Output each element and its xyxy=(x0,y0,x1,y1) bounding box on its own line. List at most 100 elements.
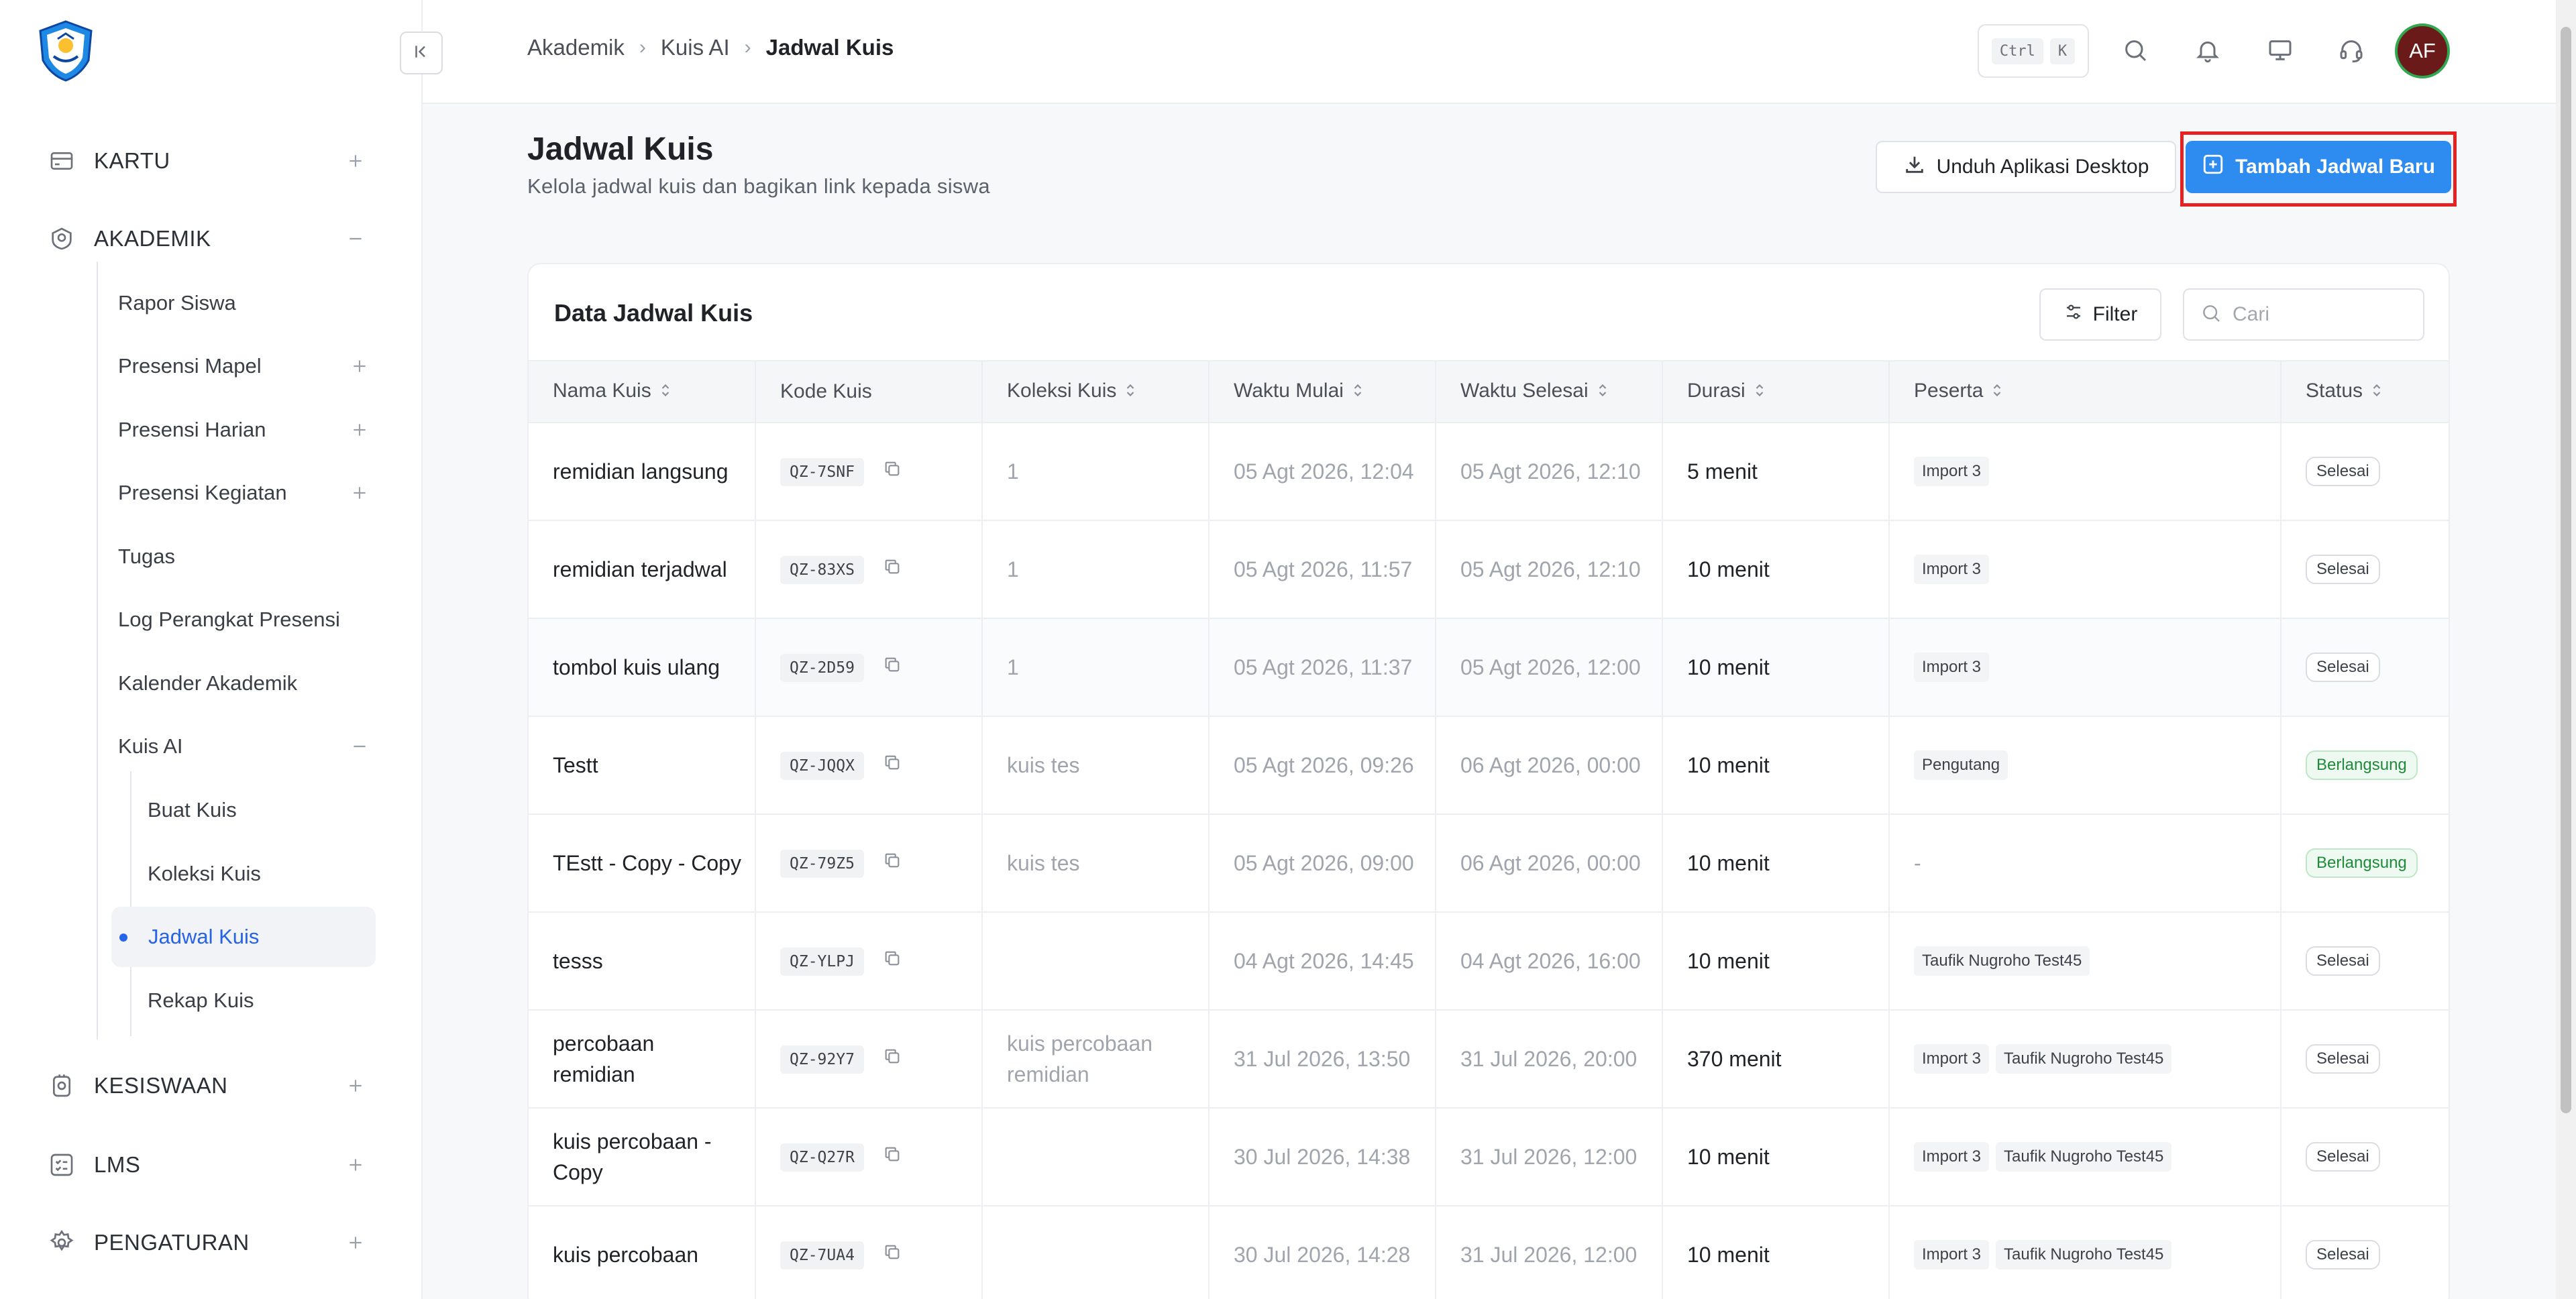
sidebar-item-presensi-mapel[interactable]: Presensi Mapel xyxy=(118,346,373,386)
sidebar-item-presensi-kegiatan[interactable]: Presensi Kegiatan xyxy=(118,473,373,513)
column-header-peserta[interactable]: Peserta xyxy=(1889,360,2282,423)
nav-group-label: LMS xyxy=(94,1152,141,1177)
table-row[interactable]: remidian terjadwal QZ-83XS 1 05 Agt 2026… xyxy=(529,520,2449,619)
monitor-icon[interactable] xyxy=(2263,34,2297,67)
breadcrumb-current: Jadwal Kuis xyxy=(765,35,894,60)
sidebar-item-rapor-siswa[interactable]: Rapor Siswa xyxy=(118,283,373,323)
cell-collection: kuis tes xyxy=(982,716,1210,815)
headset-icon[interactable] xyxy=(2334,34,2368,67)
nav-group-lms[interactable]: LMS xyxy=(47,1145,369,1185)
table-row[interactable]: tombol kuis ulang QZ-2D59 1 05 Agt 2026,… xyxy=(529,618,2449,717)
sidebar-item-rekap-kuis[interactable]: Rekap Kuis xyxy=(148,980,376,1021)
sort-icon[interactable] xyxy=(1124,381,1136,404)
plus-square-icon xyxy=(2202,153,2224,181)
school-logo[interactable] xyxy=(34,19,98,83)
sidebar-item-presensi-harian[interactable]: Presensi Harian xyxy=(118,410,373,450)
collapse-minus-icon[interactable] xyxy=(346,733,373,760)
copy-icon[interactable] xyxy=(883,557,902,581)
copy-icon[interactable] xyxy=(883,1144,902,1169)
table-row[interactable]: kuis percobaan - Copy QZ-Q27R 30 Jul 202… xyxy=(529,1108,2449,1206)
add-schedule-button[interactable]: Tambah Jadwal Baru xyxy=(2186,141,2451,193)
nav-group-pengaturan[interactable]: PENGATURAN xyxy=(47,1223,369,1263)
expand-plus-icon[interactable] xyxy=(342,1151,369,1178)
search-field[interactable] xyxy=(2183,288,2424,341)
sidebar-item-buat-kuis[interactable]: Buat Kuis xyxy=(148,790,376,830)
table-row[interactable]: tesss QZ-YLPJ 04 Agt 2026, 14:45 04 Agt … xyxy=(529,912,2449,1011)
copy-icon[interactable] xyxy=(883,459,902,484)
expand-plus-icon[interactable] xyxy=(342,1072,369,1099)
sidebar-item-log-perangkat[interactable]: Log Perangkat Presensi xyxy=(118,600,373,640)
copy-icon[interactable] xyxy=(883,1046,902,1071)
sidebar-item-jadwal-kuis[interactable]: Jadwal Kuis xyxy=(111,907,376,967)
gear-icon xyxy=(47,1228,76,1257)
expand-plus-icon[interactable] xyxy=(346,416,373,443)
sidebar: KARTU AKADEMIK Rapor Siswa Presensi Mape… xyxy=(0,0,423,1299)
collapse-minus-icon[interactable] xyxy=(342,225,369,252)
sidebar-item-label: Jadwal Kuis xyxy=(148,925,260,948)
sort-icon[interactable] xyxy=(1352,381,1364,404)
sort-icon[interactable] xyxy=(2371,381,2383,404)
column-header-waktu-selesai[interactable]: Waktu Selesai xyxy=(1436,360,1663,423)
sidebar-item-koleksi-kuis[interactable]: Koleksi Kuis xyxy=(148,854,376,894)
collapse-sidebar-button[interactable] xyxy=(400,32,443,74)
cell-code: QZ-7SNF xyxy=(755,422,983,521)
sort-icon[interactable] xyxy=(659,381,672,404)
command-shortcut-button[interactable]: Ctrl K xyxy=(1978,24,2089,78)
copy-icon[interactable] xyxy=(883,655,902,679)
filter-button[interactable]: Filter xyxy=(2039,288,2161,341)
download-desktop-button[interactable]: Unduh Aplikasi Desktop xyxy=(1876,141,2176,193)
table-row[interactable]: percobaan remidian QZ-92Y7 kuis percobaa… xyxy=(529,1010,2449,1109)
column-label: Koleksi Kuis xyxy=(1007,380,1117,402)
sidebar-item-label: Presensi Kegiatan xyxy=(118,481,287,504)
table-row[interactable]: TEstt - Copy - Copy QZ-79Z5 kuis tes 05 … xyxy=(529,814,2449,913)
nav-group-label: KESISWAAN xyxy=(94,1073,228,1098)
nav-group-kartu[interactable]: KARTU xyxy=(47,141,369,181)
avatar[interactable]: AF xyxy=(2395,23,2450,78)
table-row[interactable]: Testt QZ-JQQX kuis tes 05 Agt 2026, 09:2… xyxy=(529,716,2449,815)
bell-icon[interactable] xyxy=(2191,34,2224,67)
cell-duration: 10 menit xyxy=(1662,618,1890,717)
column-header-status[interactable]: Status xyxy=(2281,360,2449,423)
participant-chip: Pengutang xyxy=(1914,750,2008,780)
copy-icon[interactable] xyxy=(883,850,902,875)
sidebar-item-kalender[interactable]: Kalender Akademik xyxy=(118,663,373,703)
column-header-waktu-mulai[interactable]: Waktu Mulai xyxy=(1209,360,1436,423)
search-input[interactable] xyxy=(2233,303,2420,326)
expand-plus-icon[interactable] xyxy=(346,479,373,506)
column-header-nama[interactable]: Nama Kuis xyxy=(529,360,756,423)
search-icon[interactable] xyxy=(2118,34,2152,67)
table-row[interactable]: kuis percobaan QZ-7UA4 30 Jul 2026, 14:2… xyxy=(529,1206,2449,1299)
breadcrumb-kuis-ai[interactable]: Kuis AI xyxy=(661,35,730,60)
sidebar-item-tugas[interactable]: Tugas xyxy=(118,536,373,577)
sort-icon[interactable] xyxy=(1991,381,2003,404)
sidebar-item-kuis-ai[interactable]: Kuis AI xyxy=(118,726,373,767)
expand-plus-icon[interactable] xyxy=(342,148,369,174)
sort-icon[interactable] xyxy=(1597,381,1609,404)
cell-start: 05 Agt 2026, 09:00 xyxy=(1209,814,1436,913)
copy-icon[interactable] xyxy=(883,1242,902,1267)
cell-end: 06 Agt 2026, 00:00 xyxy=(1436,716,1663,815)
page-scrollbar[interactable] xyxy=(2556,0,2576,1299)
nav-group-akademik[interactable]: AKADEMIK xyxy=(47,219,369,259)
quiz-code: QZ-JQQX xyxy=(780,751,864,780)
page-title: Jadwal Kuis xyxy=(527,131,714,167)
column-header-durasi[interactable]: Durasi xyxy=(1662,360,1890,423)
sort-icon[interactable] xyxy=(1754,381,1766,404)
copy-icon[interactable] xyxy=(883,948,902,973)
copy-icon[interactable] xyxy=(883,752,902,777)
table-row[interactable]: remidian langsung QZ-7SNF 1 05 Agt 2026,… xyxy=(529,422,2449,521)
breadcrumb-akademik[interactable]: Akademik xyxy=(527,35,625,60)
cell-collection: kuis percobaan remidian xyxy=(982,1010,1210,1109)
sidebar-item-label: Rapor Siswa xyxy=(118,291,236,315)
column-header-koleksi[interactable]: Koleksi Kuis xyxy=(982,360,1210,423)
cell-start: 05 Agt 2026, 09:26 xyxy=(1209,716,1436,815)
cell-participants: Import 3 xyxy=(1889,618,2282,717)
quiz-code: QZ-79Z5 xyxy=(780,849,864,878)
cell-status: Selesai xyxy=(2281,1108,2449,1206)
scrollbar-thumb[interactable] xyxy=(2561,27,2571,1113)
expand-plus-icon[interactable] xyxy=(346,353,373,380)
nav-group-kesiswaan[interactable]: KESISWAAN xyxy=(47,1066,369,1106)
expand-plus-icon[interactable] xyxy=(342,1229,369,1256)
cell-name: tombol kuis ulang xyxy=(529,618,756,717)
cell-code: QZ-7UA4 xyxy=(755,1206,983,1299)
